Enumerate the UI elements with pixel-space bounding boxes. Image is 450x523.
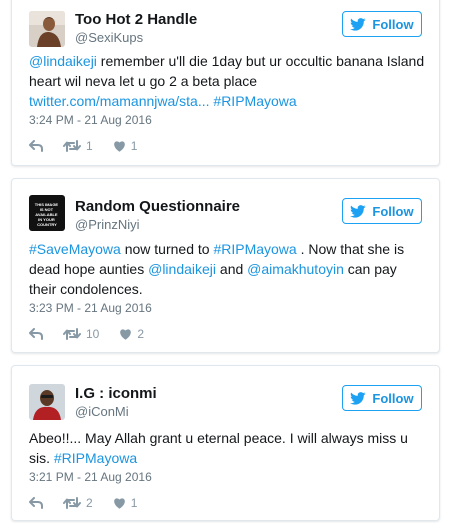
heart-icon (113, 498, 125, 509)
display-name[interactable]: Random Questionnaire (75, 198, 240, 215)
tweet-actions: 1 1 (29, 138, 157, 154)
retweet-icon (63, 140, 81, 152)
reply-icon (29, 497, 43, 509)
mention-link[interactable]: @aimakhutoyin (247, 261, 344, 277)
avatar-caption: THIS IMAGE IS NOT AVAILABLE IN YOUR COUN… (35, 202, 59, 227)
follow-label: Follow (372, 203, 414, 219)
like-button[interactable]: 1 (113, 496, 138, 510)
follow-button[interactable]: Follow (342, 11, 422, 37)
retweet-count: 1 (86, 139, 93, 153)
tweet-card: THIS IMAGE IS NOT AVAILABLE IN YOUR COUN… (11, 178, 440, 353)
reply-icon (29, 328, 43, 340)
avatar[interactable] (29, 384, 65, 420)
follow-label: Follow (372, 390, 414, 406)
reply-button[interactable] (29, 497, 43, 509)
like-count: 2 (137, 327, 145, 341)
follow-label: Follow (372, 16, 414, 32)
display-name[interactable]: I.G : iconmi (75, 385, 157, 402)
tweet-timestamp[interactable]: 3:23 PM - 21 Aug 2016 (29, 301, 152, 315)
tweet-timestamp[interactable]: 3:21 PM - 21 Aug 2016 (29, 470, 152, 484)
hashtag-link[interactable]: #RIPMayowa (213, 241, 296, 257)
tweet-card: Too Hot 2 Handle @SexiKups Follow @linda… (11, 0, 440, 166)
tweet-text: #SaveMayowa now turned to #RIPMayowa . N… (29, 239, 425, 299)
heart-icon (113, 141, 125, 152)
hashtag-link[interactable]: #RIPMayowa (213, 93, 296, 109)
tweet-actions: 2 1 (29, 495, 157, 511)
like-count: 1 (130, 139, 138, 153)
twitter-bird-icon (350, 391, 366, 405)
tweet-text-segment: now turned to (120, 241, 214, 257)
user-handle[interactable]: @iConMi (75, 404, 129, 419)
retweet-icon (63, 328, 81, 340)
like-button[interactable]: 1 (113, 139, 138, 153)
hashtag-link[interactable]: #SaveMayowa (29, 241, 121, 257)
tweet-text-segment: and (216, 261, 248, 277)
tweet-text: @lindaikeji remember u'll die 1day but u… (29, 51, 425, 111)
retweet-button[interactable]: 10 (63, 327, 99, 341)
mention-link[interactable]: @lindaikeji (148, 261, 216, 277)
tweet-text: Abeo!!... May Allah grant u eternal peac… (29, 428, 425, 468)
display-name[interactable]: Too Hot 2 Handle (75, 11, 197, 28)
tweet-card: I.G : iconmi @iConMi Follow Abeo!!... Ma… (11, 365, 440, 521)
reply-button[interactable] (29, 140, 43, 152)
tweet-timestamp[interactable]: 3:24 PM - 21 Aug 2016 (29, 113, 152, 127)
retweet-button[interactable]: 1 (63, 139, 93, 153)
reply-button[interactable] (29, 328, 43, 340)
retweet-button[interactable]: 2 (63, 496, 93, 510)
like-button[interactable]: 2 (119, 327, 144, 341)
tweet-actions: 10 2 (29, 326, 164, 342)
avatar[interactable] (29, 11, 65, 47)
like-count: 1 (130, 496, 138, 510)
follow-button[interactable]: Follow (342, 198, 422, 224)
follow-button[interactable]: Follow (342, 385, 422, 411)
url-link[interactable]: twitter.com/mamannjwa/sta... (29, 93, 210, 109)
retweet-icon (63, 497, 81, 509)
reply-icon (29, 140, 43, 152)
twitter-bird-icon (350, 204, 366, 218)
user-handle[interactable]: @SexiKups (75, 30, 143, 45)
tweet-feed: Too Hot 2 Handle @SexiKups Follow @linda… (0, 0, 450, 523)
mention-link[interactable]: @lindaikeji (29, 53, 97, 69)
avatar[interactable]: THIS IMAGE IS NOT AVAILABLE IN YOUR COUN… (29, 195, 65, 231)
twitter-bird-icon (350, 17, 366, 31)
user-handle[interactable]: @PrinzNiyi (75, 217, 139, 232)
retweet-count: 10 (86, 327, 100, 341)
heart-icon (120, 329, 132, 340)
retweet-count: 2 (86, 496, 93, 510)
hashtag-link[interactable]: #RIPMayowa (54, 450, 137, 466)
